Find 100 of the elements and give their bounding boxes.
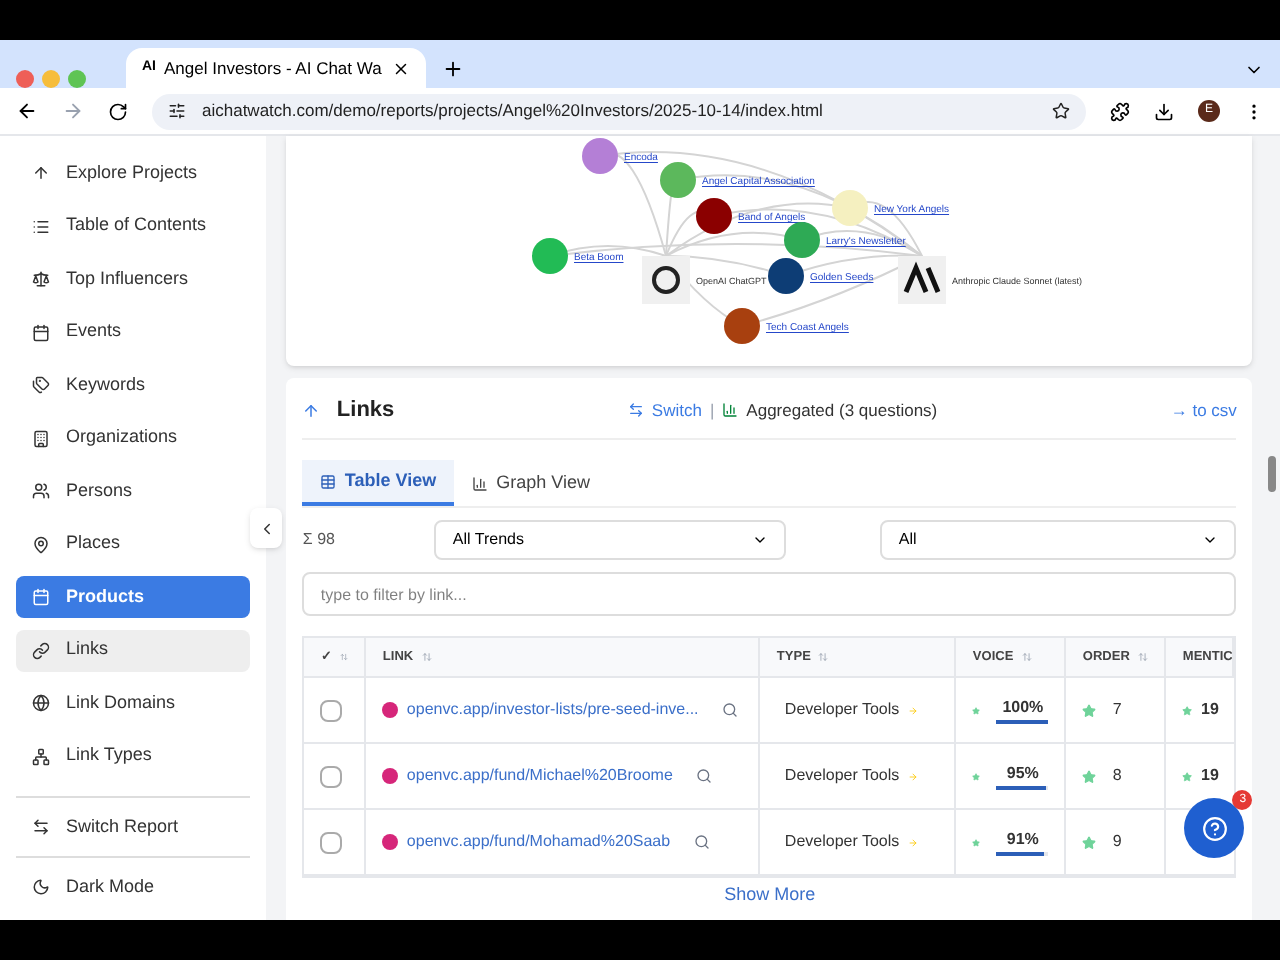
tab-title: Angel Investors - AI Chat Wa — [164, 55, 384, 81]
star-icon — [1082, 703, 1097, 717]
voice-percent: 91% — [1006, 828, 1039, 852]
link-url[interactable]: openvc.app/fund/Mohamad%20Saab — [406, 830, 671, 854]
row-checkbox[interactable] — [320, 831, 343, 853]
map-pin-icon — [32, 535, 50, 553]
back-icon[interactable] — [16, 100, 38, 122]
help-icon — [1201, 815, 1228, 841]
link-url[interactable]: openvc.app/investor-lists/pre-seed-inve... — [406, 698, 699, 722]
section-title: Links — [336, 395, 395, 426]
star-icon — [1082, 769, 1097, 783]
moon-icon — [32, 878, 50, 896]
graph-node[interactable] — [660, 162, 697, 198]
building-icon — [32, 429, 50, 447]
favicon-icon — [382, 702, 399, 718]
sidebar-item[interactable]: Places — [16, 523, 251, 565]
row-checkbox[interactable] — [320, 699, 343, 721]
bar-chart-icon — [722, 402, 739, 418]
link-icon — [32, 641, 50, 659]
arrow-up-icon — [32, 164, 50, 182]
a-logo-icon[interactable] — [898, 256, 947, 304]
favicon-icon — [382, 834, 399, 850]
trend-arrow-icon — [907, 837, 918, 847]
separator: | — [709, 397, 715, 423]
link-url[interactable]: openvc.app/fund/Michael%20Broome — [406, 764, 673, 788]
bookmark-star-icon[interactable] — [1052, 102, 1070, 120]
address-bar[interactable]: aichatwatch.com/demo/reports/projects/Angel%20Investors/2025-10-14/index.html — [152, 93, 1086, 129]
calendar-icon — [32, 323, 50, 341]
view-tab[interactable]: Graph View — [454, 460, 608, 506]
star-icon — [972, 769, 981, 783]
show-more-link[interactable]: Show More — [724, 882, 816, 909]
type-cell: Developer Tools — [784, 830, 900, 854]
graph-node[interactable] — [724, 308, 761, 344]
dark-mode-item[interactable]: Dark Mode — [16, 866, 251, 908]
voice-percent: 100% — [1002, 696, 1044, 720]
graph-node[interactable] — [582, 138, 619, 174]
trend-select[interactable]: All Trends — [434, 520, 787, 560]
graph-node[interactable] — [832, 190, 869, 226]
scale-icon — [32, 270, 50, 288]
sidebar-item[interactable]: Explore Projects — [16, 152, 251, 194]
star-icon — [1182, 703, 1194, 717]
order-value: 7 — [1112, 698, 1122, 722]
tags-icon — [32, 376, 50, 394]
sidebar-item[interactable]: Top Influencers — [16, 258, 251, 300]
chevron-down-icon — [1202, 532, 1219, 548]
sidebar-item[interactable]: Events — [16, 311, 251, 353]
download-icon[interactable] — [1154, 101, 1174, 121]
extensions-icon[interactable] — [1110, 101, 1130, 121]
sidebar-item[interactable]: Link Domains — [16, 682, 251, 724]
search-icon[interactable] — [722, 702, 739, 718]
search-icon[interactable] — [694, 834, 711, 850]
sidebar-item[interactable]: Links — [16, 629, 251, 671]
sidebar-item[interactable]: Persons — [16, 470, 251, 512]
star-icon — [1182, 769, 1194, 783]
type-select[interactable]: All — [880, 520, 1237, 560]
swap-arrows-icon — [32, 818, 50, 836]
type-cell: Developer Tools — [784, 698, 900, 722]
sidebar-item[interactable]: Organizations — [16, 417, 251, 459]
site-settings-icon[interactable] — [168, 102, 186, 120]
view-tab[interactable]: Table View — [302, 460, 455, 506]
total-count: Σ 98 — [302, 528, 337, 552]
arrow-up-icon[interactable] — [302, 401, 321, 419]
graph-node[interactable] — [768, 258, 805, 294]
sidebar-item[interactable]: Link Types — [16, 735, 251, 777]
mentions-value: 19 — [1201, 764, 1219, 788]
switch-report-item[interactable]: Switch Report — [16, 806, 251, 848]
order-value: 9 — [1112, 830, 1122, 854]
chevron-down-icon — [752, 532, 769, 548]
graph-node[interactable] — [784, 222, 821, 258]
sidebar-item[interactable]: Keywords — [16, 364, 251, 406]
filter-input-field[interactable]: type to filter by link... — [302, 572, 1237, 616]
sidebar-item[interactable]: Table of Contents — [16, 205, 251, 247]
close-icon[interactable] — [392, 59, 410, 77]
search-icon[interactable] — [696, 768, 713, 784]
trend-arrow-icon — [907, 705, 918, 715]
reload-icon[interactable] — [108, 101, 128, 121]
graph-node[interactable] — [532, 238, 569, 274]
trend-arrow-icon — [907, 771, 918, 781]
list-icon — [32, 217, 50, 235]
chart-icon — [472, 475, 489, 491]
network-icon — [32, 747, 50, 765]
table-icon — [320, 473, 337, 489]
favicon-icon — [382, 768, 399, 784]
star-icon — [972, 703, 981, 717]
sidebar-item[interactable]: Products — [16, 576, 251, 618]
swap-arrows-icon — [627, 402, 644, 418]
switch-link[interactable]: Switch — [627, 397, 702, 423]
globe-icon — [32, 694, 50, 712]
calendar-icon — [32, 588, 50, 606]
forward-icon[interactable] — [62, 100, 84, 122]
star-icon — [1082, 835, 1097, 849]
row-checkbox[interactable] — [320, 765, 343, 787]
voice-percent: 95% — [1006, 762, 1039, 786]
url-text: aichatwatch.com/demo/reports/projects/Angel%20Investors/2025-10-14/index.html — [202, 98, 825, 124]
csv-link[interactable]: → to csv — [1170, 397, 1237, 423]
star-icon — [972, 835, 981, 849]
mentions-value: 19 — [1201, 698, 1219, 722]
aggregated-label: Aggregated (3 questions) — [746, 397, 938, 423]
new-tab-icon[interactable] — [442, 58, 464, 80]
graph-node[interactable] — [696, 198, 733, 234]
